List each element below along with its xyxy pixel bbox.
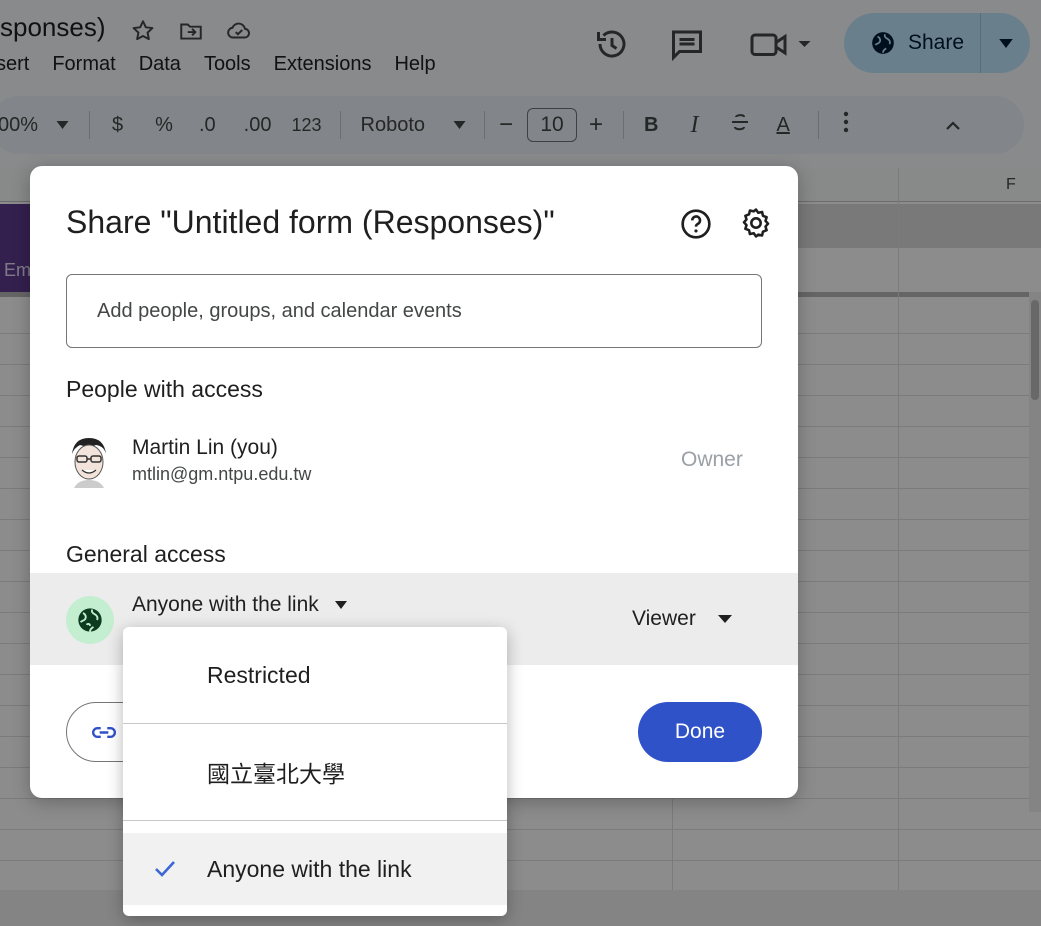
owner-role-label: Owner [681,448,743,471]
add-people-input[interactable] [66,274,762,348]
people-with-access-heading: People with access [66,376,263,402]
person-name: Martin Lin (you) [132,436,278,459]
menu-item-anyone-with-link[interactable]: Anyone with the link [123,833,507,905]
general-access-heading: General access [66,541,226,567]
person-email: mtlin@gm.ntpu.edu.tw [132,464,312,484]
checkmark-icon [155,861,175,877]
role-select[interactable]: Viewer [632,607,732,631]
role-select-value: Viewer [632,607,696,630]
menu-item-label: Anyone with the link [207,855,412,882]
general-access-select[interactable]: Anyone with the link [132,593,347,617]
link-icon [91,726,117,738]
globe-icon [66,596,114,644]
caret-down-icon [717,615,732,623]
caret-down-icon [334,601,347,609]
avatar [66,434,112,488]
general-access-value: Anyone with the link [132,593,319,616]
menu-item-restricted[interactable]: Restricted [123,627,507,723]
general-access-menu: Restricted 國立臺北大學 Anyone with the link [123,627,507,916]
menu-divider [123,820,507,821]
done-button[interactable]: Done [638,702,762,762]
menu-item-organization[interactable]: 國立臺北大學 [123,724,507,820]
help-icon[interactable] [680,208,712,240]
settings-gear-icon[interactable] [739,206,773,240]
dialog-title: Share "Untitled form (Responses)" [66,204,555,240]
